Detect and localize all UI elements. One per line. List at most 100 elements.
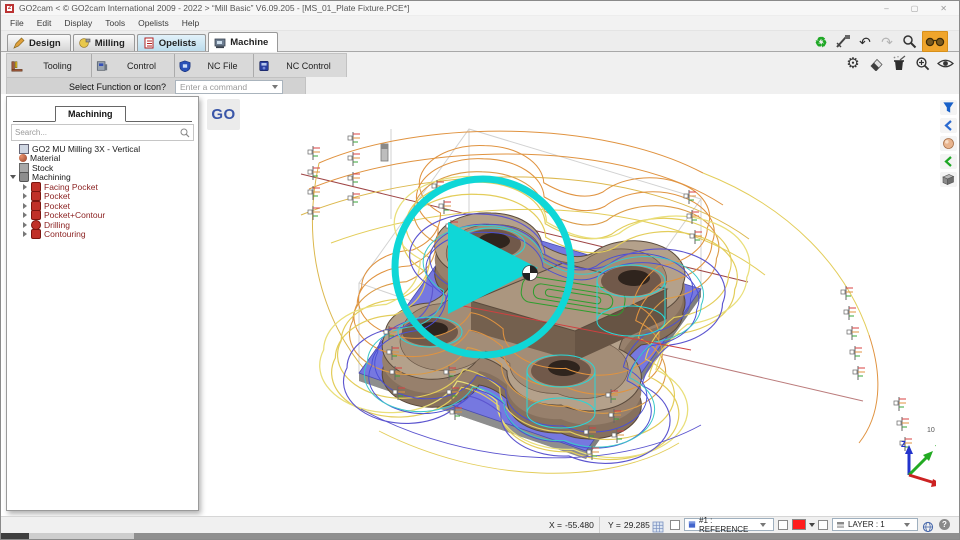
eraser-icon[interactable] (867, 54, 885, 72)
reference-cube-icon (688, 520, 696, 529)
search-input[interactable]: Search... (11, 124, 194, 141)
tree-item-material[interactable]: Material (7, 154, 198, 164)
stock-cube-icon[interactable] (940, 172, 957, 187)
expander-closed-icon[interactable] (21, 212, 28, 218)
chevron-down-icon[interactable] (760, 523, 766, 527)
menu-help[interactable]: Help (182, 18, 199, 28)
milling-icon (79, 37, 91, 49)
nc-control-icon (258, 60, 270, 72)
nc-file-icon (179, 60, 191, 72)
tree-item-contouring[interactable]: Contouring (7, 230, 198, 240)
collapse-green-icon[interactable] (940, 154, 957, 169)
nc-file-button[interactable]: NC File (175, 54, 254, 77)
tab-machine[interactable]: Machine (208, 32, 278, 52)
tree-item-facing-pocket[interactable]: Facing Pocket (7, 182, 198, 192)
tab-design[interactable]: Design (7, 34, 71, 51)
tree-item-pocket-1[interactable]: Pocket (7, 192, 198, 202)
minimize-button[interactable]: – (884, 4, 888, 13)
current-color-swatch[interactable] (792, 519, 806, 530)
expander-closed-icon[interactable] (21, 231, 28, 237)
pocket-contour-icon (31, 210, 41, 220)
redo-icon[interactable]: ↷ (878, 33, 896, 51)
go2cam-window: 2 GO2cam < © GO2cam International 2009 -… (0, 0, 960, 540)
reference-checkbox[interactable] (670, 520, 680, 530)
collapse-blue-icon[interactable] (940, 118, 957, 133)
layer-selector[interactable]: LAYER : 1 (832, 518, 918, 531)
material-icon (19, 154, 27, 162)
color-dropdown-icon[interactable] (809, 523, 815, 527)
menu-opelists[interactable]: Opelists (138, 18, 169, 28)
menu-display[interactable]: Display (64, 18, 92, 28)
menu-file[interactable]: File (10, 18, 24, 28)
machine-tools-icon[interactable]: ⚙ (844, 54, 862, 72)
menu-tools[interactable]: Tools (105, 18, 125, 28)
caliper-icon[interactable] (834, 33, 852, 51)
command-input[interactable]: Enter a command (175, 80, 283, 94)
scale-indicator: 10 mm (927, 386, 936, 434)
tooling-button[interactable]: Tooling (7, 54, 92, 77)
tooling-icon (11, 60, 23, 72)
machine-toolbar: Tooling Control NC File NC Control (1, 52, 959, 77)
help-icon[interactable]: ? (939, 519, 950, 530)
svg-text:10 mm: 10 mm (927, 427, 936, 434)
cursor-icon (523, 266, 538, 281)
drilling-icon (31, 220, 41, 230)
undo-icon[interactable]: ↶ (856, 33, 874, 51)
machine-icon (19, 144, 29, 154)
viewport-canvas[interactable]: 10 mm Z Y X (199, 94, 936, 519)
chevron-down-icon[interactable] (272, 85, 278, 89)
control-icon (96, 60, 108, 72)
menu-edit[interactable]: Edit (37, 18, 52, 28)
maximize-button[interactable]: ▢ (911, 4, 919, 13)
expander-open-icon[interactable] (9, 175, 16, 179)
material-sphere-icon[interactable] (940, 136, 957, 151)
design-icon (13, 37, 25, 49)
clean-bin-icon[interactable] (890, 54, 908, 72)
machining-tree: GO2 MU Milling 3X - Vertical Material St… (7, 144, 198, 239)
expander-closed-icon[interactable] (21, 222, 28, 228)
glasses-icon[interactable] (922, 31, 948, 52)
facing-pocket-icon (31, 182, 41, 192)
title-bar: 2 GO2cam < © GO2cam International 2009 -… (1, 1, 959, 16)
eye-rotate-icon[interactable] (936, 54, 954, 72)
color-checkbox[interactable] (778, 520, 788, 530)
tree-item-pocket-contour[interactable]: Pocket+Contour (7, 211, 198, 221)
panel-tab-row: Machining (13, 101, 192, 122)
tree-item-pocket-2[interactable]: Pocket (7, 201, 198, 211)
nc-control-button[interactable]: NC Control (254, 54, 346, 77)
stock-icon (19, 163, 29, 173)
menu-bar: File Edit Display Tools Opelists Help (1, 16, 959, 31)
refresh-icon[interactable]: ♻ (812, 33, 830, 51)
scroll-segment[interactable] (134, 533, 959, 539)
scroll-segment[interactable] (1, 533, 29, 539)
control-button[interactable]: Control (92, 54, 175, 77)
tree-item-drilling[interactable]: Drilling (7, 220, 198, 230)
expander-closed-icon[interactable] (21, 193, 28, 199)
tree-item-machining[interactable]: Machining (7, 173, 198, 183)
tree-item-stock[interactable]: Stock (7, 163, 198, 173)
status-bar: X =-55.480 Y =29.285 #1 : REFERENCE LAYE… (1, 516, 959, 533)
machining-icon (19, 172, 29, 182)
zoom-arrow-icon[interactable] (913, 54, 931, 72)
pocket-icon (31, 201, 41, 211)
tab-milling[interactable]: Milling (73, 34, 135, 51)
expander-closed-icon[interactable] (21, 184, 28, 190)
opelists-icon (143, 37, 155, 49)
layer-checkbox[interactable] (818, 520, 828, 530)
chevron-down-icon[interactable] (904, 523, 910, 527)
filter-icon[interactable] (940, 100, 957, 115)
window-title: GO2cam < © GO2cam International 2009 - 2… (19, 3, 409, 13)
scroll-track (29, 533, 134, 539)
tab-machining[interactable]: Machining (55, 106, 126, 122)
pocket-icon (31, 191, 41, 201)
quick-toolbar-row2: ⚙ (844, 54, 954, 72)
tree-item-machine[interactable]: GO2 MU Milling 3X - Vertical (7, 144, 198, 154)
quick-toolbar-row1: ♻ ↶ ↷ (812, 31, 948, 52)
tab-opelists[interactable]: Opelists (137, 34, 207, 51)
expander-closed-icon[interactable] (21, 203, 28, 209)
contouring-icon (31, 229, 41, 239)
reference-selector[interactable]: #1 : REFERENCE (684, 518, 774, 531)
close-button[interactable]: ✕ (940, 4, 947, 13)
zoom-icon[interactable] (900, 33, 918, 51)
svg-text:Y: Y (935, 444, 936, 453)
